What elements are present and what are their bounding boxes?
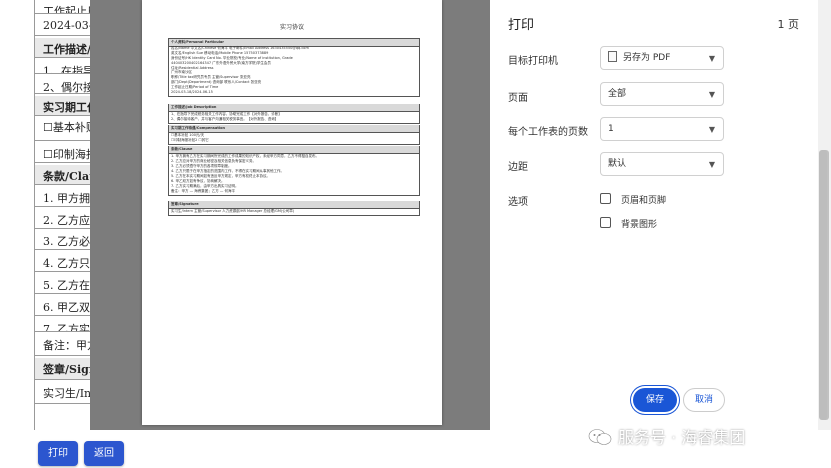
document-line: 备注：甲方	[35, 334, 95, 356]
preview-section-body: ☐基本补贴 100元/天 ☐印制海报补贴2 ☐其它	[168, 132, 420, 145]
destination-value: 另存为 PDF	[623, 53, 671, 63]
preview-line: 备注：甲方 — 海睿集团；乙方 — 何海平	[171, 188, 235, 193]
pages-per-sheet-value: 1	[608, 124, 614, 134]
margins-value: 默认	[608, 159, 627, 169]
destination-label: 目标打印机	[508, 56, 558, 67]
background-graphics-checkbox[interactable]	[600, 217, 611, 228]
preview-section-body: 姓名/Name 中文名/Chinese 何海平 电子邮件/Email Addre…	[168, 45, 420, 97]
pdf-file-icon	[608, 51, 617, 62]
back-button[interactable]: 返回	[84, 441, 124, 466]
preview-doc-title: 实习协议	[279, 24, 304, 31]
document-line: 5. 乙方在本	[35, 274, 95, 294]
pages-label: 页面	[508, 93, 528, 104]
headers-footers-label: 页眉和页脚	[621, 196, 667, 206]
margins-label: 边距	[508, 162, 528, 173]
document-line: 6. 甲乙双方	[35, 296, 95, 316]
document-line: 1. 甲方拥有	[35, 187, 95, 207]
print-settings-panel: 打印 1 页 目标打印机 另存为 PDF ▼ 页面 全部 ▼ 每个工作表的页数 …	[490, 0, 817, 430]
document-line: 工作起止日	[35, 0, 95, 14]
print-dialog-title: 打印	[508, 18, 535, 33]
section-header: 实习期工作	[35, 96, 95, 116]
wechat-icon	[588, 429, 612, 445]
chevron-down-icon: ▼	[708, 54, 715, 63]
chevron-down-icon: ▼	[708, 90, 715, 99]
document-line: ☐印制海报	[35, 143, 95, 163]
document-line: ☐基本补贴	[35, 116, 95, 141]
document-line: 2、偶尔接	[35, 76, 95, 94]
pages-select[interactable]: 全部 ▼	[600, 82, 724, 106]
document-line: 2024-03-1	[35, 16, 95, 36]
document-line: 1、在指导	[35, 60, 95, 74]
preview-section-body: 实习生/Intern 主管/Supervisor 人力资源部/HR Manage…	[168, 208, 420, 217]
settings-scrollbar[interactable]	[819, 150, 827, 420]
pages-per-sheet-label: 每个工作表的页数	[508, 127, 588, 138]
pages-value: 全部	[608, 89, 627, 99]
destination-select[interactable]: 另存为 PDF ▼	[600, 46, 724, 70]
document-line: 实习生/In	[35, 382, 95, 404]
document-line: 2. 乙方应	[35, 209, 95, 229]
page-count: 1 页	[777, 18, 800, 31]
chevron-down-icon: ▼	[708, 160, 715, 169]
margins-select[interactable]: 默认 ▼	[600, 152, 724, 176]
preview-line: 2024-03-18/2024-06-15	[171, 90, 213, 95]
save-button[interactable]: 保存	[633, 388, 677, 412]
pages-per-sheet-select[interactable]: 1 ▼	[600, 117, 724, 141]
options-label: 选项	[508, 197, 528, 208]
print-app-button[interactable]: 打印	[38, 441, 78, 466]
section-header: 工作描述/	[35, 38, 95, 58]
document-line: 4. 乙方只限	[35, 252, 95, 272]
section-header: 签章/Signa	[35, 358, 95, 380]
preview-line: 实习生/Intern 主管/Supervisor 人力资源部/HR Manage…	[171, 209, 295, 214]
document-line: 3. 乙方必须	[35, 230, 95, 250]
watermark: 服务号 · 海睿集团	[588, 424, 745, 448]
headers-footers-checkbox[interactable]	[600, 193, 611, 204]
preview-sheet: 实习协议 个人资料/Personal Particular 姓名/Name 中文名…	[142, 0, 442, 425]
preview-section-body: 1. 甲方拥有乙方在实习期间所完成的工作成果的知识产权，未经甲方同意，乙方不得擅…	[168, 153, 420, 196]
cancel-button[interactable]: 取消	[683, 388, 725, 412]
watermark-text: 服务号 · 海睿集团	[618, 428, 746, 447]
preview-section-body: 1、在指导下完成税务相关工作内容，协助完成工作【对外报告、诊断】 2、偶尔接待客户…	[168, 111, 420, 124]
section-header: 条款/Claus	[35, 165, 95, 185]
document-line: 7. 乙方实习	[35, 318, 95, 332]
preview-line: ☐印制海报补贴2 ☐其它	[171, 138, 209, 143]
preview-line: 2、偶尔接待客户，并与客户沟通相关税务事宜。【对外报告、咨询】	[171, 116, 279, 121]
background-graphics-label: 背景图形	[621, 220, 658, 230]
chevron-down-icon: ▼	[708, 125, 715, 134]
